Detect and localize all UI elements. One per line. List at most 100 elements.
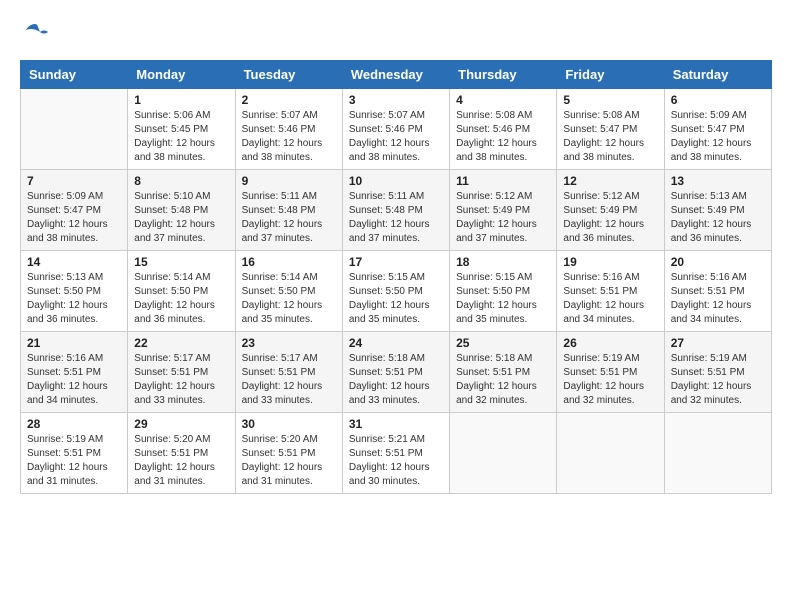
day-info: Sunrise: 5:11 AMSunset: 5:48 PMDaylight:… [349, 190, 443, 246]
sunset-text: Sunset: 5:51 PM [456, 366, 550, 380]
header-day-monday: Monday [128, 61, 235, 89]
sunset-text: Sunset: 5:51 PM [349, 447, 443, 461]
calendar-cell: 25 Sunrise: 5:18 AMSunset: 5:51 PMDayligh… [450, 332, 557, 413]
day-info: Sunrise: 5:10 AMSunset: 5:48 PMDaylight:… [134, 190, 228, 246]
day-info: Sunrise: 5:14 AMSunset: 5:50 PMDaylight:… [242, 271, 336, 327]
daylight-text: Daylight: 12 hours [563, 299, 657, 313]
day-number: 22 [134, 336, 228, 350]
calendar-cell: 14Sunrise: 5:13 AMSunset: 5:50 PMDayligh… [21, 251, 128, 332]
day-info: Sunrise: 5:12 AMSunset: 5:49 PMDaylight:… [563, 190, 657, 246]
calendar-cell: 21Sunrise: 5:16 AMSunset: 5:51 PMDayligh… [21, 332, 128, 413]
day-number: 11 [456, 174, 550, 188]
sunrise-text: Sunrise: 5:17 AM [242, 352, 336, 366]
day-info: Sunrise: 5:15 AMSunset: 5:50 PMDaylight:… [456, 271, 550, 327]
daylight-text-cont: and 33 minutes. [242, 394, 336, 408]
sunrise-text: Sunrise: 5:15 AM [349, 271, 443, 285]
daylight-text: Daylight: 12 hours [456, 137, 550, 151]
daylight-text: Daylight: 12 hours [349, 137, 443, 151]
daylight-text-cont: and 35 minutes. [456, 313, 550, 327]
day-number: 30 [242, 417, 336, 431]
header-day-thursday: Thursday [450, 61, 557, 89]
sunset-text: Sunset: 5:47 PM [671, 123, 765, 137]
sunset-text: Sunset: 5:50 PM [349, 285, 443, 299]
calendar-cell: 8Sunrise: 5:10 AMSunset: 5:48 PMDaylight… [128, 170, 235, 251]
day-number: 15 [134, 255, 228, 269]
day-number: 18 [456, 255, 550, 269]
sunrise-text: Sunrise: 5:18 AM [349, 352, 443, 366]
day-number: 1 [134, 93, 228, 107]
daylight-text: Daylight: 12 hours [671, 380, 765, 394]
sunrise-text: Sunrise: 5:07 AM [349, 109, 443, 123]
header-day-saturday: Saturday [664, 61, 771, 89]
daylight-text: Daylight: 12 hours [349, 380, 443, 394]
day-info: Sunrise: 5:19 AMSunset: 5:51 PMDaylight:… [27, 433, 121, 489]
daylight-text-cont: and 30 minutes. [349, 475, 443, 489]
daylight-text-cont: and 37 minutes. [134, 232, 228, 246]
day-number: 3 [349, 93, 443, 107]
daylight-text-cont: and 32 minutes. [456, 394, 550, 408]
calendar-cell: 16 Sunrise: 5:14 AMSunset: 5:50 PMDayligh… [235, 251, 342, 332]
logo [20, 20, 54, 44]
daylight-text-cont: and 38 minutes. [349, 151, 443, 165]
sunrise-text: Sunrise: 5:18 AM [456, 352, 550, 366]
sunset-text: Sunset: 5:51 PM [563, 366, 657, 380]
logo-icon [20, 20, 50, 44]
header-row: SundayMondayTuesdayWednesdayThursdayFrid… [21, 61, 772, 89]
daylight-text-cont: and 36 minutes. [27, 313, 121, 327]
daylight-text: Daylight: 12 hours [27, 218, 121, 232]
day-number: 10 [349, 174, 443, 188]
calendar-cell: 12Sunrise: 5:12 AMSunset: 5:49 PMDayligh… [557, 170, 664, 251]
sunset-text: Sunset: 5:51 PM [134, 366, 228, 380]
daylight-text: Daylight: 12 hours [671, 218, 765, 232]
daylight-text-cont: and 38 minutes. [563, 151, 657, 165]
sunrise-text: Sunrise: 5:20 AM [242, 433, 336, 447]
sunrise-text: Sunrise: 5:07 AM [242, 109, 336, 123]
calendar-cell: 23Sunrise: 5:17 AMSunset: 5:51 PMDayligh… [235, 332, 342, 413]
daylight-text-cont: and 37 minutes. [456, 232, 550, 246]
daylight-text-cont: and 38 minutes. [242, 151, 336, 165]
day-info: Sunrise: 5:16 AMSunset: 5:51 PMDaylight:… [671, 271, 765, 327]
day-number: 21 [27, 336, 121, 350]
day-info: Sunrise: 5:19 AMSunset: 5:51 PMDaylight:… [671, 352, 765, 408]
daylight-text: Daylight: 12 hours [349, 218, 443, 232]
daylight-text: Daylight: 12 hours [134, 380, 228, 394]
day-info: Sunrise: 5:08 AMSunset: 5:46 PMDaylight:… [456, 109, 550, 165]
daylight-text-cont: and 36 minutes. [671, 232, 765, 246]
sunrise-text: Sunrise: 5:13 AM [27, 271, 121, 285]
calendar-cell [664, 413, 771, 494]
day-number: 25 [456, 336, 550, 350]
sunset-text: Sunset: 5:45 PM [134, 123, 228, 137]
sunset-text: Sunset: 5:47 PM [563, 123, 657, 137]
sunset-text: Sunset: 5:50 PM [134, 285, 228, 299]
sunrise-text: Sunrise: 5:14 AM [134, 271, 228, 285]
daylight-text-cont: and 32 minutes. [563, 394, 657, 408]
calendar-cell: 19Sunrise: 5:16 AMSunset: 5:51 PMDayligh… [557, 251, 664, 332]
calendar-cell: 1Sunrise: 5:06 AMSunset: 5:45 PMDaylight… [128, 89, 235, 170]
day-number: 23 [242, 336, 336, 350]
daylight-text: Daylight: 12 hours [242, 461, 336, 475]
daylight-text-cont: and 33 minutes. [134, 394, 228, 408]
day-info: Sunrise: 5:08 AMSunset: 5:47 PMDaylight:… [563, 109, 657, 165]
daylight-text-cont: and 36 minutes. [563, 232, 657, 246]
week-row-2: 7Sunrise: 5:09 AMSunset: 5:47 PMDaylight… [21, 170, 772, 251]
daylight-text: Daylight: 12 hours [349, 461, 443, 475]
sunrise-text: Sunrise: 5:09 AM [671, 109, 765, 123]
calendar-cell: 2Sunrise: 5:07 AMSunset: 5:46 PMDaylight… [235, 89, 342, 170]
calendar-cell: 24Sunrise: 5:18 AMSunset: 5:51 PMDayligh… [342, 332, 449, 413]
sunset-text: Sunset: 5:50 PM [242, 285, 336, 299]
sunrise-text: Sunrise: 5:08 AM [456, 109, 550, 123]
sunset-text: Sunset: 5:49 PM [563, 204, 657, 218]
calendar-cell: 3 Sunrise: 5:07 AMSunset: 5:46 PMDaylight… [342, 89, 449, 170]
day-number: 16 [242, 255, 336, 269]
daylight-text: Daylight: 12 hours [671, 299, 765, 313]
day-number: 9 [242, 174, 336, 188]
day-number: 27 [671, 336, 765, 350]
sunrise-text: Sunrise: 5:16 AM [27, 352, 121, 366]
day-number: 2 [242, 93, 336, 107]
day-info: Sunrise: 5:07 AMSunset: 5:46 PMDaylight:… [349, 109, 443, 165]
daylight-text: Daylight: 12 hours [242, 137, 336, 151]
daylight-text: Daylight: 12 hours [242, 218, 336, 232]
calendar-cell [450, 413, 557, 494]
daylight-text: Daylight: 12 hours [456, 380, 550, 394]
daylight-text: Daylight: 12 hours [27, 380, 121, 394]
